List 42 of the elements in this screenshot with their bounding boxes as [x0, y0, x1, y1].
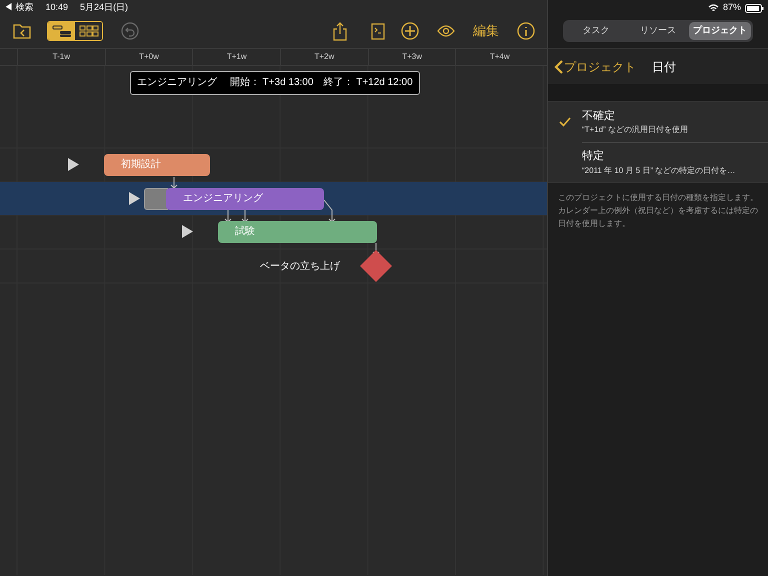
option-subtitle: “T+1d” などの汎用日付を使用 [582, 124, 690, 136]
slack-marker [144, 188, 168, 210]
option-title: 不確定 [582, 108, 616, 124]
option-row[interactable]: 不確定 “T+1d” などの汎用日付を使用 [582, 102, 768, 142]
option-subtitle: “2011 年 10 月 5 日” などの特定の日付を… [582, 164, 736, 177]
milestone-label: ベータの立ち上げ [260, 260, 340, 274]
disclosure-triangle-icon[interactable] [68, 158, 79, 171]
segment-tab[interactable]: タスク [565, 22, 627, 40]
task-bar[interactable]: エンジニアリング [166, 188, 324, 210]
status-time: 10:49 [46, 1, 68, 14]
column-header: T+4w [455, 49, 544, 65]
disclosure-triangle-icon[interactable] [182, 225, 193, 238]
segment-tab[interactable]: プロジェクト [689, 22, 751, 40]
back-to-app-link[interactable]: ◀ 検索 [4, 1, 34, 15]
info-icon[interactable] [517, 22, 535, 40]
battery-icon [745, 4, 764, 12]
segment-tab[interactable]: リソース [627, 22, 689, 40]
edit-button[interactable]: 編集 [473, 21, 499, 41]
gantt-view-button[interactable] [48, 22, 75, 40]
wifi-icon [708, 4, 719, 12]
footnote-text: このプロジェクトに使用する日付の種類を指定します。カレンダー上の例外（祝日など）を考慮するには特定の日付を使用します。 [557, 192, 759, 230]
nav-title: 日付 [652, 58, 676, 76]
battery-percentage: 87% [722, 1, 741, 14]
column-header: T+3w [368, 49, 456, 65]
milestone-diamond[interactable] [360, 250, 392, 282]
disclosure-triangle-icon[interactable] [129, 192, 140, 205]
undo-icon[interactable] [121, 22, 139, 40]
add-icon[interactable] [401, 22, 419, 40]
option-row[interactable]: 特定 “2011 年 10 月 5 日” などの特定の日付を… [582, 142, 768, 182]
tooltip: エンジニアリング 開始： T+3d 13:00 終了： T+12d 12:00 [130, 71, 420, 95]
chevron-left-icon[interactable] [554, 58, 564, 74]
share-icon[interactable] [333, 22, 347, 40]
back-link[interactable]: プロジェクト [554, 58, 636, 76]
column-header: T-1w [17, 49, 105, 65]
column-header: T+0w [104, 49, 192, 65]
folder-back-icon[interactable] [13, 23, 31, 39]
option-title: 特定 [582, 148, 605, 164]
column-header: T+2w [280, 49, 368, 65]
status-date: 5月24日(日) [80, 1, 128, 14]
eye-icon[interactable] [437, 25, 455, 37]
terminal-icon[interactable] [371, 22, 385, 40]
column-header: T+1w [192, 49, 280, 65]
